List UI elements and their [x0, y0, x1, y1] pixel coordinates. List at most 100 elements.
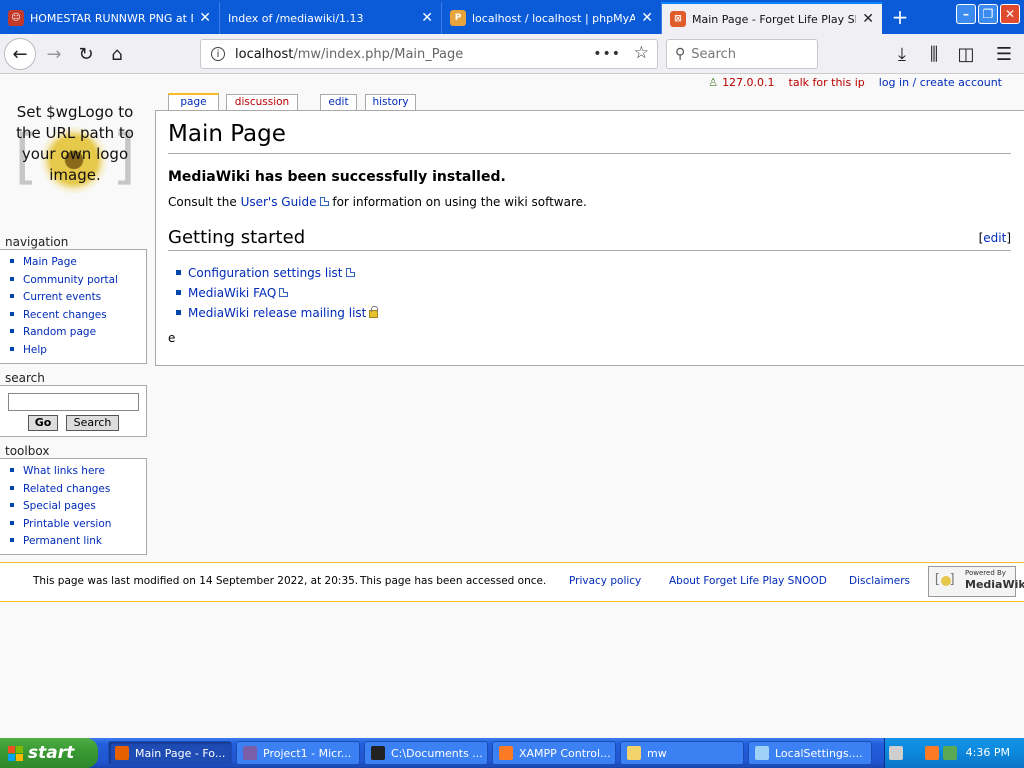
taskbar-item-xampp[interactable]: XAMPP Control...: [492, 741, 616, 765]
mediawiki-text: MediaWiki: [965, 578, 1024, 591]
browser-tab-main-page[interactable]: ⊠ Main Page - Forget Life Play SNOO ✕: [662, 2, 882, 34]
tab-edit[interactable]: edit: [320, 94, 357, 111]
about-link[interactable]: About Forget Life Play SNOOD: [669, 575, 827, 587]
url-text[interactable]: localhost/mw/index.php/Main_Page: [235, 47, 463, 62]
tab-title: Main Page - Forget Life Play SNOO: [692, 12, 856, 26]
browser-search-box[interactable]: ⚲ Search: [666, 39, 818, 69]
toolbox-item-special-pages[interactable]: Special pages: [10, 498, 146, 516]
taskbar-item-project1[interactable]: Project1 - Micr...: [236, 741, 360, 765]
close-tab-icon[interactable]: ✕: [641, 10, 653, 26]
notepad-icon: [755, 746, 769, 760]
downloads-button[interactable]: ⤓: [886, 38, 918, 70]
forward-button[interactable]: →: [38, 38, 70, 70]
browser-tab-homestar[interactable]: ☺ HOMESTAR RUNNWR PNG at Dur ✕: [0, 2, 220, 34]
toolbox-item-what-links-here[interactable]: What links here: [10, 463, 146, 481]
system-tray: 4:36 PM: [884, 738, 1024, 768]
task-label: XAMPP Control...: [519, 746, 611, 760]
url-path: /mw/index.php/Main_Page: [293, 46, 464, 62]
tab-page[interactable]: page: [168, 93, 219, 111]
bookmark-star-icon[interactable]: ☆: [634, 43, 649, 63]
toolbox-item-printable-version[interactable]: Printable version: [10, 516, 146, 534]
section-heading-text: Getting started: [168, 227, 306, 248]
users-guide-link-text: User's Guide: [240, 195, 317, 209]
wiki-search-input[interactable]: [8, 393, 139, 411]
homestar-favicon-icon: ☺: [8, 10, 24, 26]
visual-basic-icon: [243, 746, 257, 760]
section-heading: Getting started [edit]: [168, 227, 1011, 251]
close-tab-icon[interactable]: ✕: [862, 11, 874, 27]
arrow-right-icon: →: [46, 43, 62, 65]
taskbar-item-localsettings[interactable]: LocalSettings....: [748, 741, 872, 765]
nav-item-recent-changes[interactable]: Recent changes: [10, 307, 146, 325]
close-tab-icon[interactable]: ✕: [421, 10, 433, 26]
disclaimers-link[interactable]: Disclaimers: [849, 575, 910, 587]
nav-item-main-page[interactable]: Main Page: [10, 254, 146, 272]
sidebar-button[interactable]: ◫: [950, 38, 982, 70]
mailing-list-link[interactable]: MediaWiki release mailing list: [188, 306, 379, 320]
edit-link-text[interactable]: edit: [983, 231, 1006, 245]
page-title: Main Page: [168, 121, 1011, 154]
search-button[interactable]: Search: [66, 415, 119, 431]
nav-item-community-portal[interactable]: Community portal: [10, 272, 146, 290]
browser-tab-phpmyadmin[interactable]: P localhost / localhost | phpMyAdm ✕: [442, 2, 662, 34]
task-label: Project1 - Micr...: [263, 746, 352, 760]
back-button[interactable]: ←: [4, 38, 36, 70]
user-ip-link[interactable]: ♙ 127.0.0.1: [708, 76, 774, 89]
menu-button[interactable]: ☰: [988, 38, 1020, 70]
start-button[interactable]: start: [0, 738, 98, 768]
users-guide-link[interactable]: User's Guide: [241, 195, 329, 209]
access-count-text: This page has been accessed once.: [360, 575, 547, 587]
mediawiki-faq-link[interactable]: MediaWiki FAQ: [188, 286, 289, 300]
go-button[interactable]: Go: [28, 415, 58, 431]
xampp-tray-icon[interactable]: [925, 746, 939, 760]
wiki-page: ♙ 127.0.0.1 talk for this ip log in / cre…: [0, 74, 1024, 736]
close-window-button[interactable]: ✕: [1000, 4, 1020, 24]
new-tab-button[interactable]: +: [890, 4, 910, 30]
task-label: C:\Documents ...: [391, 746, 483, 760]
install-success-message: MediaWiki has been successfully installe…: [168, 169, 506, 185]
talk-link[interactable]: talk for this ip: [789, 76, 865, 89]
folder-icon: [627, 746, 641, 760]
section-edit-link[interactable]: [edit]: [979, 231, 1011, 245]
privacy-policy-link[interactable]: Privacy policy: [569, 575, 641, 587]
home-button[interactable]: ⌂: [101, 38, 133, 70]
task-label: Main Page - Fo...: [135, 746, 226, 760]
restore-window-button[interactable]: ❐: [978, 4, 998, 24]
wiki-footer: This page was last modified on 14 Septem…: [0, 562, 1024, 602]
toolbox-item-related-changes[interactable]: Related changes: [10, 481, 146, 499]
tab-history[interactable]: history: [365, 94, 416, 111]
tab-title: localhost / localhost | phpMyAdm: [472, 11, 636, 25]
arrow-left-icon: ←: [12, 43, 28, 65]
url-bar[interactable]: i localhost/mw/index.php/Main_Page ••• ☆: [200, 39, 658, 69]
xampp-favicon-icon: ⊠: [670, 11, 686, 27]
personal-tools: ♙ 127.0.0.1 talk for this ip log in / cre…: [708, 76, 1002, 89]
consult-paragraph: Consult the User's Guide for information…: [168, 195, 587, 209]
close-tab-icon[interactable]: ✕: [199, 10, 211, 26]
login-link[interactable]: log in / create account: [879, 76, 1002, 89]
library-button[interactable]: ⫼: [918, 38, 950, 70]
external-link-icon: [319, 197, 329, 206]
taskbar-item-7zip[interactable]: C:\Documents ...: [364, 741, 488, 765]
library-icon: ⫼: [929, 43, 939, 65]
nav-item-current-events[interactable]: Current events: [10, 289, 146, 307]
last-modified-text: This page was last modified on 14 Septem…: [33, 575, 359, 587]
edit-bracket-close: ]: [1006, 231, 1011, 245]
taskbar-item-mw-folder[interactable]: mw: [620, 741, 744, 765]
site-info-icon[interactable]: i: [211, 47, 225, 61]
external-link-icon: [279, 288, 289, 297]
toolbox-item-permanent-link[interactable]: Permanent link: [10, 533, 146, 551]
page-actions-icon[interactable]: •••: [593, 46, 621, 62]
browser-tab-index[interactable]: Index of /mediawiki/1.13 ✕: [220, 2, 442, 34]
tab-discussion[interactable]: discussion: [226, 94, 298, 111]
nav-item-help[interactable]: Help: [10, 342, 146, 360]
minimize-window-button[interactable]: –: [956, 4, 976, 24]
taskbar-item-firefox[interactable]: Main Page - Fo...: [108, 741, 232, 765]
config-settings-link[interactable]: Configuration settings list: [188, 266, 355, 280]
wiki-logo[interactable]: [ ] Set $wgLogo to the URL path to your …: [0, 102, 150, 222]
reload-button[interactable]: ↻: [70, 38, 102, 70]
nav-item-random-page[interactable]: Random page: [10, 324, 146, 342]
keyboard-icon[interactable]: [889, 746, 903, 760]
powered-by-mediawiki-badge[interactable]: [ ] Powered By MediaWiki: [928, 566, 1024, 597]
network-icon[interactable]: [943, 746, 957, 760]
stray-text: e: [168, 331, 176, 345]
